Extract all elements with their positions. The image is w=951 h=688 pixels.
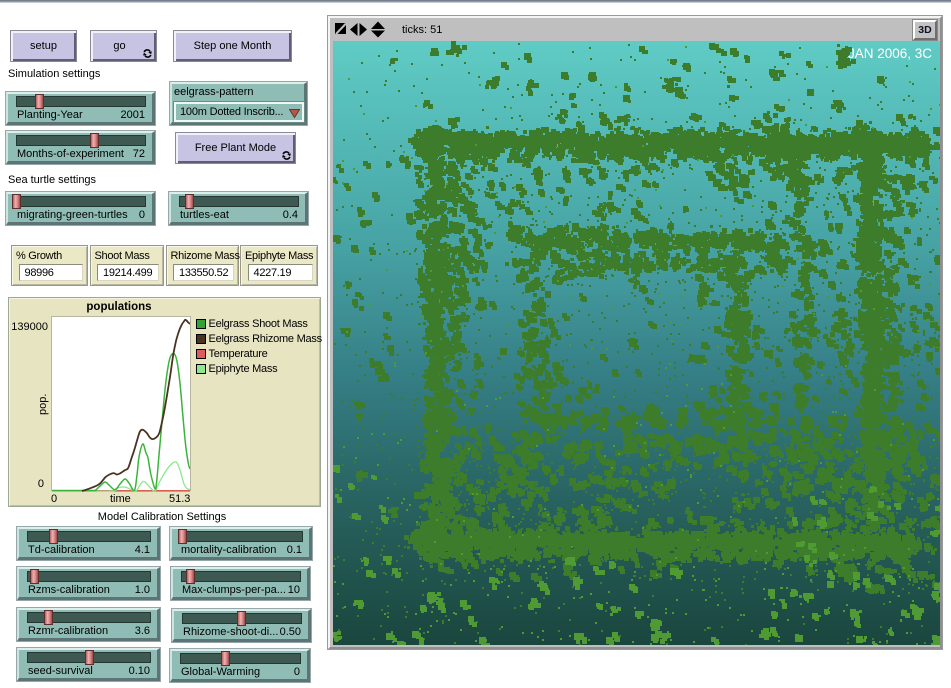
svg-text:JAN 2006, 3C: JAN 2006, 3C: [848, 46, 932, 61]
